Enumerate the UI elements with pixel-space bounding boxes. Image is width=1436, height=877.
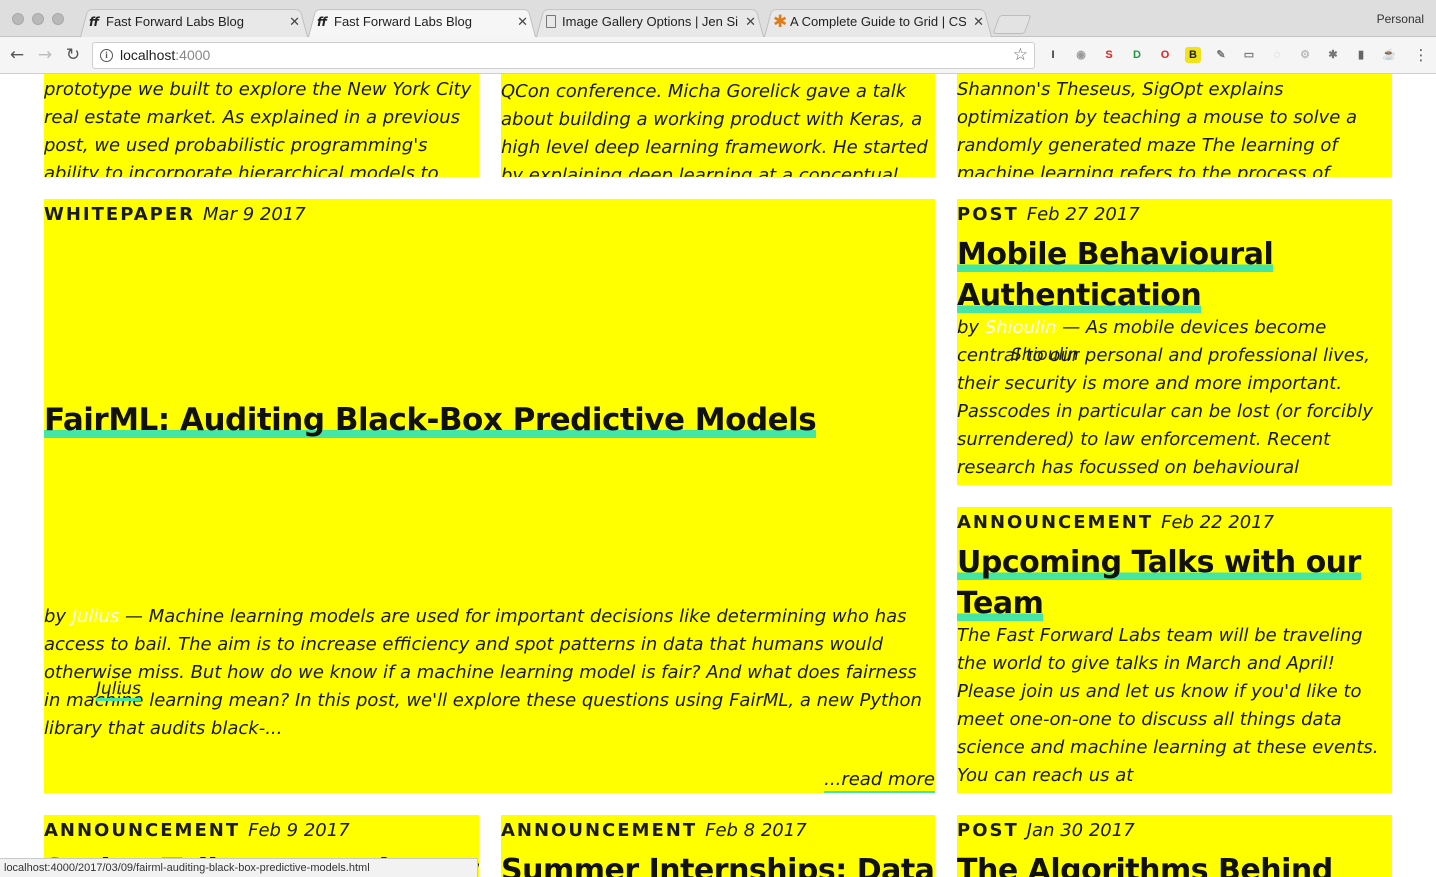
post-excerpt: QCon conference. Micha Gorelick gave a t… (501, 81, 928, 177)
tab-4-title: A Complete Guide to Grid | CS (790, 14, 966, 29)
post-excerpt: by Shioulin — As mobile devices become c… (957, 317, 1373, 478)
extension-icon[interactable]: ◌ (1269, 47, 1285, 63)
post-type: WHITEPAPER (44, 204, 196, 225)
tab-2[interactable]: ff Fast Forward Labs Blog ✕ (308, 7, 536, 37)
extension-icon[interactable]: ▮ (1353, 47, 1369, 63)
menu-dots-icon[interactable]: ⋮ (1410, 44, 1432, 66)
close-window-button[interactable] (12, 13, 24, 25)
address-bar[interactable]: i localhost:4000 ☆ (92, 42, 1035, 69)
extension-icon[interactable]: ◉ (1073, 47, 1089, 63)
tab-3[interactable]: Image Gallery Options | Jen Si ✕ (536, 7, 764, 37)
post-title-link[interactable]: Summer Internships: Data (501, 850, 935, 877)
post-type: POST (957, 204, 1019, 225)
post-card[interactable]: QCon conference. Micha Gorelick gave a t… (501, 74, 935, 177)
extension-icon[interactable]: I (1045, 47, 1061, 63)
page-viewport: prototype we built to explore the New Yo… (0, 74, 1436, 877)
post-date: Jan 30 2017 (1026, 820, 1135, 841)
post-card[interactable]: prototype we built to explore the New Yo… (44, 74, 479, 177)
post-title-link[interactable]: Mobile Behavioural Authentication (957, 234, 1392, 316)
status-bar-url: localhost:4000/2017/03/09/fairml-auditin… (0, 858, 478, 877)
back-arrow-icon[interactable]: ← (6, 44, 28, 66)
address-url[interactable]: localhost:4000 (120, 47, 210, 63)
minimize-window-button[interactable] (32, 13, 44, 25)
post-meta: ANNOUNCEMENT Feb 8 2017 (501, 820, 807, 841)
post-card[interactable]: ANNOUNCEMENT Feb 8 2017 Summer Internship… (501, 815, 935, 877)
post-date: Feb 9 2017 (248, 820, 350, 841)
tab-strip: ff Fast Forward Labs Blog ✕ ff Fast Forw… (0, 0, 1436, 37)
info-icon[interactable]: i (100, 49, 113, 62)
ff-logo-icon: ff (317, 15, 327, 29)
author-link[interactable]: Shioulin (985, 317, 1057, 338)
post-card[interactable]: Shannon's Theseus, SigOpt explains optim… (957, 74, 1392, 177)
post-title-link[interactable]: FairML: Auditing Black-Box Predictive Mo… (44, 399, 817, 441)
extension-icon[interactable]: B (1185, 47, 1201, 63)
tab-1-title: Fast Forward Labs Blog (106, 14, 245, 29)
post-card[interactable]: POST Jan 30 2017 The Algorithms Behind (957, 815, 1392, 877)
post-type: ANNOUNCEMENT (501, 820, 698, 841)
post-title-link[interactable]: The Algorithms Behind (957, 850, 1333, 877)
post-meta: POST Feb 27 2017 (957, 204, 1140, 225)
post-date: Feb 8 2017 (705, 820, 807, 841)
post-card[interactable]: ANNOUNCEMENT Feb 22 2017 Upcoming Talks w… (957, 507, 1392, 793)
post-meta: POST Jan 30 2017 (957, 820, 1135, 841)
post-meta: ANNOUNCEMENT Feb 22 2017 (957, 512, 1274, 533)
tab-2-title: Fast Forward Labs Blog (334, 14, 473, 29)
featured-post-card[interactable]: WHITEPAPER Mar 9 2017 FairML: Auditing Bl… (44, 199, 935, 793)
post-title-link[interactable]: Upcoming Talks with our Team (957, 542, 1392, 624)
profile-button[interactable]: Personal (1377, 12, 1424, 26)
forward-arrow-icon[interactable]: → (34, 44, 56, 66)
post-date: Mar 9 2017 (203, 204, 306, 225)
document-icon (546, 15, 556, 28)
post-type: ANNOUNCEMENT (957, 512, 1154, 533)
css-tricks-star-icon: ✱ (773, 12, 788, 32)
post-meta: ANNOUNCEMENT Feb 9 2017 (44, 820, 350, 841)
extension-icon[interactable]: O (1157, 47, 1173, 63)
browser-toolbar: ← → ↻ i localhost:4000 ☆ I ◉ S D O B ✎ ▭ ◌ ⚙ ✱ ▮ ☕ ⋮ (0, 37, 1436, 74)
tab-close-icon[interactable]: ✕ (973, 7, 984, 37)
author-link[interactable]: Julius (72, 606, 120, 627)
bookmark-star-icon[interactable]: ☆ (1013, 45, 1028, 65)
post-type: ANNOUNCEMENT (44, 820, 241, 841)
tab-4[interactable]: ✱ A Complete Guide to Grid | CS ✕ (764, 7, 992, 37)
post-card[interactable]: POST Feb 27 2017 Mobile Behavioural Authe… (957, 199, 1392, 485)
post-meta: WHITEPAPER Mar 9 2017 (44, 204, 306, 225)
author-name-overlap: Julius (96, 679, 141, 701)
maximize-window-button[interactable] (52, 13, 64, 25)
extension-icon[interactable]: S (1101, 47, 1117, 63)
tab-3-title: Image Gallery Options | Jen Si (562, 14, 738, 29)
new-tab-button[interactable] (992, 15, 1032, 34)
post-date: Feb 27 2017 (1026, 204, 1140, 225)
ff-logo-icon: ff (89, 15, 99, 29)
extension-icon[interactable]: ✱ (1325, 47, 1341, 63)
extension-icon[interactable]: ▭ (1241, 47, 1257, 63)
tab-1[interactable]: ff Fast Forward Labs Blog ✕ (80, 7, 308, 37)
post-excerpt: by Julius — Machine learning models are … (44, 606, 922, 739)
extension-icon[interactable]: ☕ (1381, 47, 1397, 63)
tab-close-icon[interactable]: ✕ (289, 7, 300, 37)
post-excerpt: The Fast Forward Labs team will be trave… (957, 625, 1379, 786)
author-name-overlap: Shioulin (1011, 345, 1079, 365)
tab-close-icon[interactable]: ✕ (517, 7, 528, 37)
extension-icon[interactable]: ✎ (1213, 47, 1229, 63)
reload-icon[interactable]: ↻ (62, 44, 84, 66)
post-type: POST (957, 820, 1019, 841)
read-more-link[interactable]: ...read more (824, 769, 935, 793)
post-excerpt: Shannon's Theseus, SigOpt explains optim… (957, 79, 1358, 177)
post-date: Feb 22 2017 (1161, 512, 1275, 533)
extension-icon[interactable]: D (1129, 47, 1145, 63)
extension-icon[interactable]: ⚙ (1297, 47, 1313, 63)
post-excerpt: prototype we built to explore the New Yo… (44, 79, 472, 177)
tab-close-icon[interactable]: ✕ (745, 7, 756, 37)
